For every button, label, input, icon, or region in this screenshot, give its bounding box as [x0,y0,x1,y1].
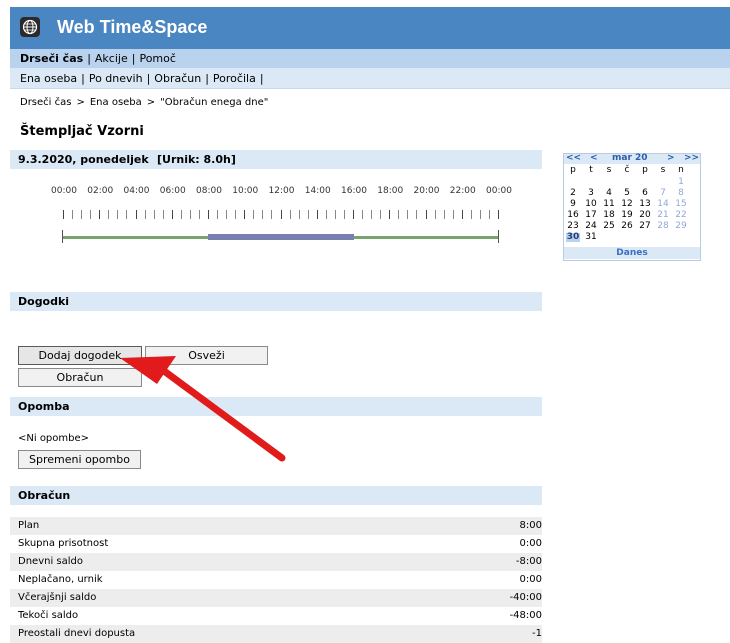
annotation-arrow [120,356,286,462]
